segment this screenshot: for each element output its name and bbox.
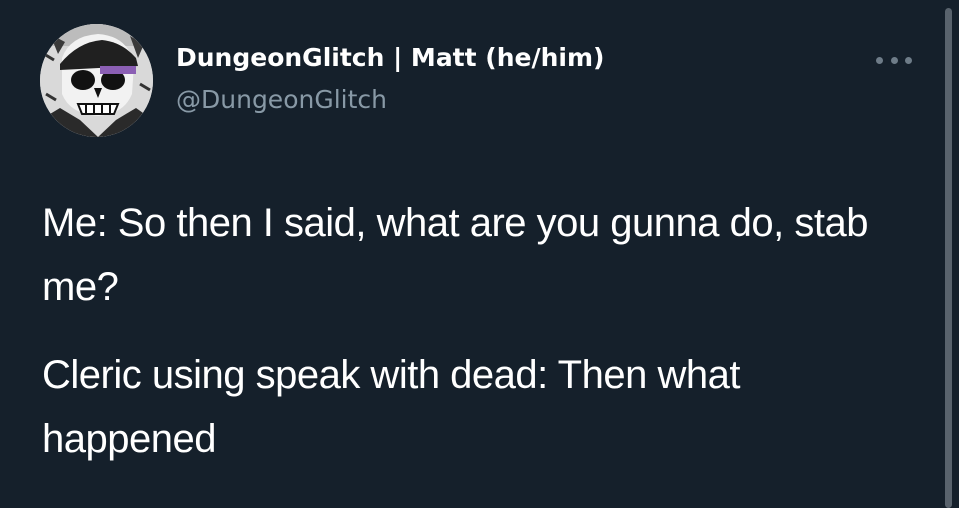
more-options-icon: [905, 56, 912, 64]
more-options-icon: [890, 56, 898, 64]
avatar[interactable]: [40, 24, 153, 137]
tweet-body: Me: So then I said, what are you gunna d…: [42, 191, 922, 495]
tweet-card: DungeonGlitch | Matt (he/him) @DungeonGl…: [0, 0, 959, 508]
vertical-scrollbar[interactable]: [945, 8, 952, 508]
tweet-line: Cleric using speak with dead: Then what …: [42, 353, 740, 461]
author-handle[interactable]: @DungeonGlitch: [176, 84, 387, 116]
more-options-button[interactable]: [876, 48, 912, 72]
tweet-line: Me: So then I said, what are you gunna d…: [42, 201, 868, 309]
author-display-name[interactable]: DungeonGlitch | Matt (he/him): [176, 42, 604, 74]
more-options-icon: [876, 56, 883, 64]
skull-avatar-icon: [40, 24, 153, 137]
